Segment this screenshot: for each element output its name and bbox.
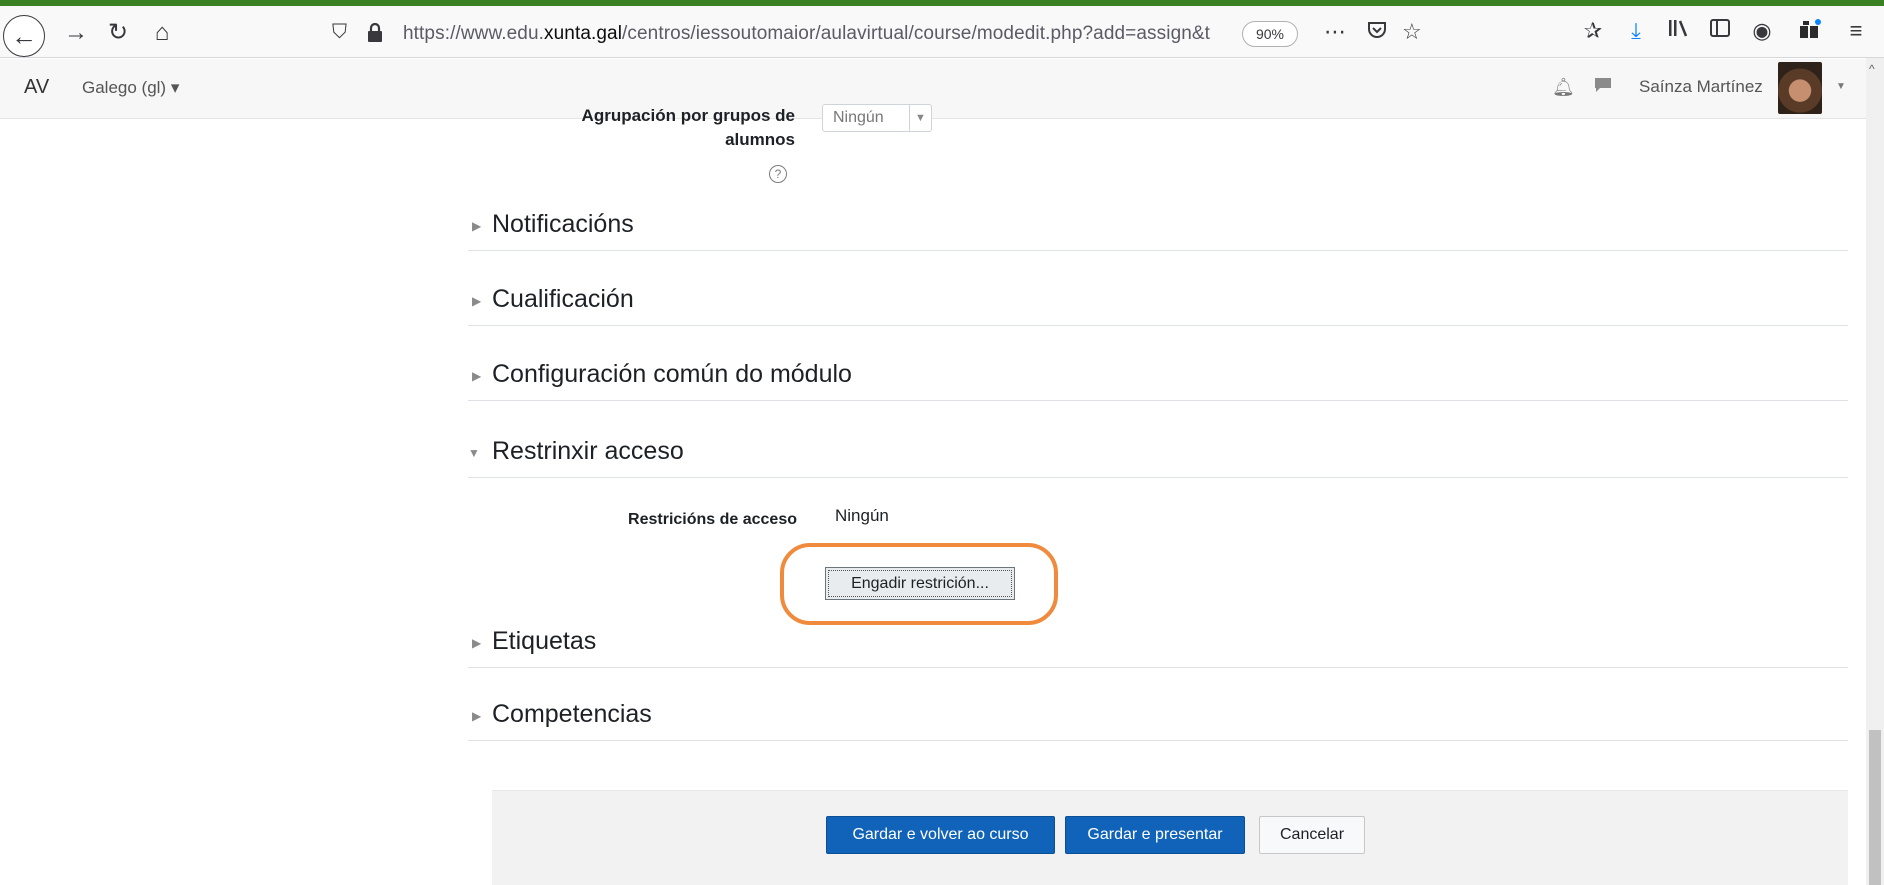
url-text[interactable]: https://www.edu.xunta.gal/centros/iessou… xyxy=(403,23,1338,45)
extension-icon[interactable] xyxy=(1794,18,1826,46)
collapsed-triangle-icon: ▶ xyxy=(472,219,482,233)
bookmark-manager-icon[interactable]: ✰ xyxy=(1577,18,1609,44)
section-title[interactable]: Restrinxir acceso xyxy=(492,437,684,466)
downloads-icon[interactable]: ⤓ xyxy=(1620,18,1652,44)
chevron-down-icon[interactable]: ▼ xyxy=(1836,81,1846,92)
section-tags[interactable]: ▶ Etiquetas xyxy=(468,618,1848,668)
site-brand[interactable]: AV xyxy=(24,76,49,99)
access-restrictions-label: Restricións de acceso xyxy=(628,511,797,528)
home-icon[interactable]: ⌂ xyxy=(148,19,176,47)
menu-hamburger-icon[interactable]: ≡ xyxy=(1840,18,1872,44)
save-and-return-button[interactable]: Gardar e volver ao curso xyxy=(826,816,1055,854)
url-bar[interactable]: ⛉ https://www.edu.xunta.gal/centros/iess… xyxy=(312,15,1422,53)
group-mode-value: Ningún xyxy=(833,109,884,126)
tracking-shield-icon[interactable]: ⛉ xyxy=(332,21,347,44)
section-title[interactable]: Cualificación xyxy=(492,285,634,314)
pocket-icon[interactable] xyxy=(1366,19,1388,47)
collapsed-triangle-icon: ▶ xyxy=(472,369,482,383)
chevron-down-icon: ▼ xyxy=(909,105,931,131)
bookmark-star-icon[interactable]: ☆ xyxy=(1402,19,1422,45)
section-title[interactable]: Notificacións xyxy=(492,210,634,239)
reload-icon[interactable]: ↻ xyxy=(104,19,132,47)
account-icon[interactable]: ◉ xyxy=(1746,18,1778,44)
site-navbar: AV Galego (gl) ▾ 🔔︎ Saínza Martínez ▼ xyxy=(0,59,1866,119)
section-grading[interactable]: ▶ Cualificación xyxy=(468,276,1848,326)
scrollbar-thumb[interactable] xyxy=(1869,730,1881,885)
collapsed-triangle-icon: ▶ xyxy=(472,294,482,308)
collapsed-triangle-icon: ▶ xyxy=(472,709,482,723)
expanded-triangle-icon: ▼ xyxy=(468,446,480,460)
help-icon[interactable]: ? xyxy=(769,165,787,183)
user-name[interactable]: Saínza Martínez xyxy=(1639,77,1763,97)
messages-icon[interactable] xyxy=(1594,77,1612,98)
group-mode-label: Agrupación por grupos de alumnos xyxy=(581,106,795,149)
language-menu[interactable]: Galego (gl) ▾ xyxy=(82,78,179,98)
avatar[interactable] xyxy=(1778,62,1822,114)
sidebar-icon[interactable] xyxy=(1704,18,1736,44)
zoom-level-badge[interactable]: 90% xyxy=(1242,21,1298,47)
section-title[interactable]: Etiquetas xyxy=(492,627,596,656)
section-common-module-settings[interactable]: ▶ Configuración común do módulo xyxy=(468,351,1848,401)
section-competencies[interactable]: ▶ Competencias xyxy=(468,691,1848,741)
notifications-bell-icon[interactable]: 🔔︎ xyxy=(1552,77,1575,98)
library-icon[interactable] xyxy=(1662,18,1694,44)
group-mode-select[interactable]: Ningún ▼ xyxy=(822,104,932,132)
back-arrow-icon[interactable]: ← xyxy=(3,15,45,57)
section-title[interactable]: Competencias xyxy=(492,700,652,729)
collapsed-triangle-icon: ▶ xyxy=(472,636,482,650)
section-notifications[interactable]: ▶ Notificacións xyxy=(468,201,1848,251)
access-restrictions-value: Ningún xyxy=(835,506,889,525)
cancel-button[interactable]: Cancelar xyxy=(1259,816,1365,854)
forward-arrow-icon[interactable]: → xyxy=(62,19,90,47)
browser-toolbar: ← → ↻ ⌂ ⛉ https://www.edu.xunta.gal/cent… xyxy=(0,6,1884,58)
add-restriction-button[interactable]: Engadir restrición... xyxy=(825,567,1015,600)
save-and-display-button[interactable]: Gardar e presentar xyxy=(1065,816,1245,854)
section-restrict-access[interactable]: ▼ Restrinxir acceso xyxy=(468,428,1848,478)
section-title[interactable]: Configuración común do módulo xyxy=(492,360,852,389)
scroll-up-icon[interactable]: ^ xyxy=(1869,62,1875,76)
more-dots-icon[interactable]: ⋯ xyxy=(1324,19,1346,45)
lock-icon[interactable] xyxy=(367,22,383,48)
